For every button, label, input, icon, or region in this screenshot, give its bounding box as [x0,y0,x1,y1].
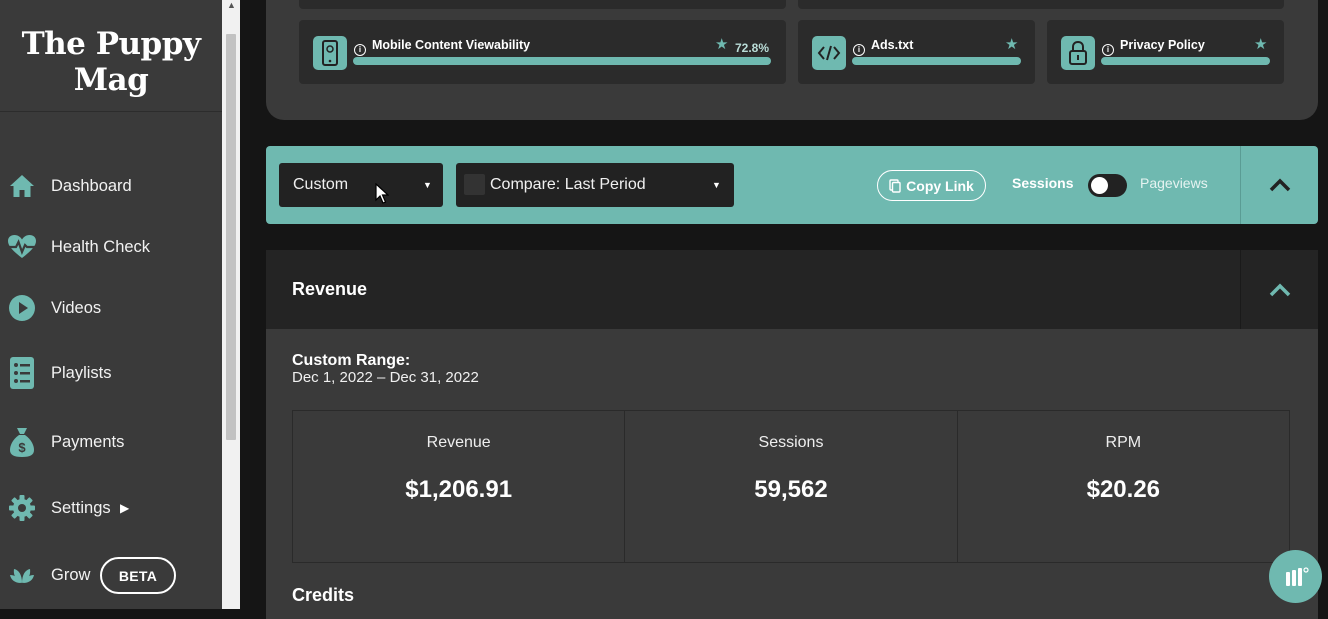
date-range-value: Custom [293,176,349,193]
filter-toolbar: Custom ▼ Compare: Last Period ▼ Copy Lin… [266,146,1318,224]
star-icon: ★ [715,36,729,53]
list-icon [7,357,37,389]
info-icon[interactable]: i [1102,44,1114,56]
lock-icon [1061,36,1095,70]
health-score-bar [353,57,771,65]
chevron-up-icon [1269,178,1290,192]
home-icon [7,171,37,201]
stat-value: $20.26 [1086,476,1161,503]
copy-link-button[interactable]: Copy Link [877,170,986,201]
sidebar-item-health-check[interactable]: Health Check [0,227,222,267]
stat-value: $1,206.91 [405,476,513,503]
leaf-icon [7,560,37,590]
chat-logo-icon [1285,566,1309,586]
main-content: i Mobile Content Viewability ★ 72.8% i A… [240,0,1328,619]
sidebar-item-videos[interactable]: Videos [0,288,222,328]
star-icon: ★ [1005,36,1019,53]
credits-title: Credits [292,585,355,605]
sidebar-item-grow[interactable]: Grow BETA [0,555,222,595]
beta-badge: BETA [100,557,176,594]
health-card-top [798,0,1284,9]
date-range-select[interactable]: Custom ▼ [279,163,443,207]
section-title: Revenue [292,279,368,299]
toolbar-collapse-button[interactable] [1240,146,1318,224]
mouse-cursor-icon [375,183,389,204]
svg-text:$: $ [18,440,26,455]
revenue-section-header: Revenue [266,250,1318,329]
scroll-up-icon[interactable]: ▲ [227,0,236,10]
chevron-up-icon [1269,283,1290,296]
scroll-thumb[interactable] [226,34,236,440]
health-score-bar [852,57,1021,65]
health-card-title: Mobile Content Viewability [372,38,531,52]
star-icon: ★ [1254,36,1268,53]
health-card-title: Privacy Policy [1120,38,1205,52]
toggle-knob [1091,177,1108,194]
stat-card: Revenue $1,206.91 [293,411,626,562]
heartbeat-icon [7,232,37,262]
stat-card: RPM $20.26 [958,411,1289,562]
revenue-stats: Revenue $1,206.91 Sessions 59,562 RPM $2… [292,410,1290,563]
copy-link-label: Copy Link [906,177,974,194]
code-icon [812,36,846,70]
toggle-label-sessions: Sessions [1012,175,1074,191]
stat-label: Sessions [758,434,824,451]
chat-widget-button[interactable] [1269,550,1322,603]
range-value: Dec 1, 2022 – Dec 31, 2022 [292,369,479,386]
info-icon[interactable]: i [853,44,865,56]
health-card-title: Ads.txt [871,38,914,52]
range-label: Custom Range: [292,352,411,369]
compare-select[interactable]: Compare: Last Period ▼ [456,163,734,207]
dropdown-arrow-icon: ▼ [423,180,432,190]
gear-icon [7,493,37,523]
money-bag-icon: $ [7,427,37,457]
sidebar-item-playlists[interactable]: Playlists [0,353,222,393]
mobile-icon [313,36,347,70]
revenue-section-body: Custom Range: Dec 1, 2022 – Dec 31, 2022… [266,329,1318,619]
health-card-ads-txt[interactable]: i Ads.txt ★ [798,20,1035,84]
sidebar: The Puppy Mag Dashboard Health Check Vid… [0,0,222,609]
stat-value: 59,562 [754,476,828,503]
sidebar-item-label: Playlists [51,363,112,382]
sidebar-item-payments[interactable]: $ Payments [0,422,222,462]
caret-right-icon: ▶ [120,501,130,515]
sidebar-item-label: Settings [51,498,111,517]
dropdown-arrow-icon: ▼ [712,180,721,190]
copy-icon [889,178,901,193]
stat-card: Sessions 59,562 [625,411,958,562]
health-card-top [299,0,786,9]
sidebar-item-label: Dashboard [51,176,132,195]
health-score-bar [1101,57,1270,65]
health-card-mobile-viewability[interactable]: i Mobile Content Viewability ★ 72.8% [299,20,786,84]
compare-value: Compare: Last Period [490,176,646,193]
health-score: 72.8% [735,41,770,55]
sidebar-scrollbar[interactable]: ▲ [222,0,240,609]
stat-label: RPM [1105,434,1142,451]
revenue-collapse-button[interactable] [1240,250,1318,329]
stat-label: Revenue [426,434,491,451]
sidebar-item-label: Grow [51,565,91,584]
health-check-panel: i Mobile Content Viewability ★ 72.8% i A… [266,0,1318,120]
health-card-privacy-policy[interactable]: i Privacy Policy ★ [1047,20,1284,84]
toggle-label-pageviews: Pageviews [1140,175,1208,191]
sidebar-item-label: Videos [51,298,102,317]
sidebar-item-settings[interactable]: Settings ▶ [0,488,222,528]
sessions-pageviews-toggle[interactable] [1088,174,1127,197]
brand-logo[interactable]: The Puppy Mag [0,0,222,112]
info-icon[interactable]: i [354,44,366,56]
sidebar-item-dashboard[interactable]: Dashboard [0,166,222,206]
sidebar-item-label: Payments [51,432,125,451]
sidebar-item-label: Health Check [51,237,151,256]
brand-title-line1: The Puppy [21,26,201,62]
compare-checkbox[interactable] [464,174,485,195]
brand-title-line2: Mag [73,62,149,98]
play-icon [7,293,37,323]
